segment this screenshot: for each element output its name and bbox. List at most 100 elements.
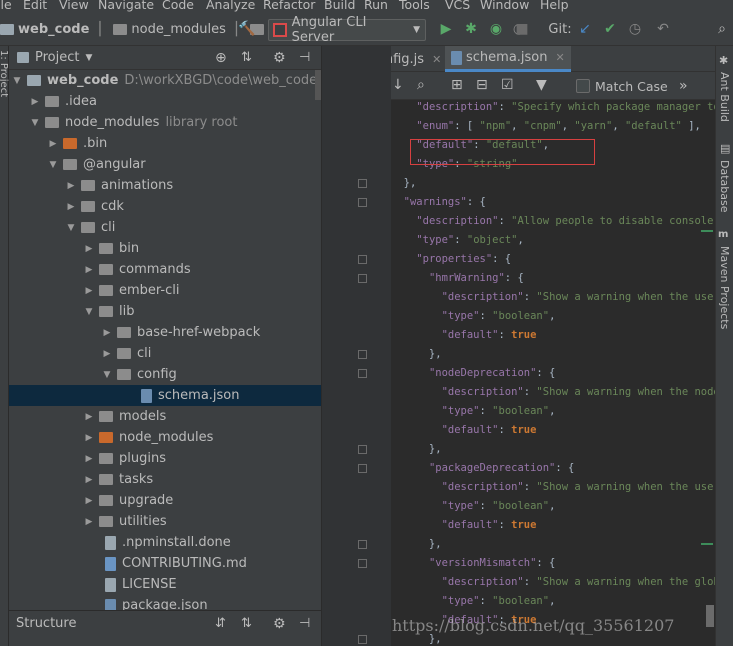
tree-item-angular[interactable]: ▼ @angular bbox=[9, 154, 321, 175]
expand-arrow-icon[interactable]: ▼ bbox=[11, 76, 23, 86]
expand-arrow-icon[interactable]: ▶ bbox=[83, 244, 95, 254]
close-icon[interactable]: ✕ bbox=[432, 53, 441, 66]
fold-marker-icon[interactable] bbox=[358, 540, 367, 549]
tree-item-animations[interactable]: ▶ animations bbox=[9, 175, 321, 196]
more-options-icon[interactable]: » bbox=[679, 78, 688, 94]
maven-projects-tool[interactable]: Maven Projects bbox=[718, 246, 731, 329]
fold-marker-icon[interactable] bbox=[358, 464, 367, 473]
code-editor[interactable]: "description": "Specify which package ma… bbox=[391, 100, 715, 646]
expand-arrow-icon[interactable]: ▶ bbox=[83, 433, 95, 443]
coverage-icon[interactable]: ◉ bbox=[487, 20, 505, 38]
expand-arrow-icon[interactable]: ▶ bbox=[65, 181, 77, 191]
expand-arrow-icon[interactable]: ▶ bbox=[29, 97, 41, 107]
vcs-commit-icon[interactable]: ✔ bbox=[601, 20, 619, 38]
history-icon[interactable]: ◷ bbox=[626, 20, 644, 38]
expand-arrow-icon[interactable]: ▶ bbox=[83, 412, 95, 422]
editor-scrollbar[interactable] bbox=[706, 605, 714, 627]
stop-icon[interactable]: ■ bbox=[513, 20, 531, 38]
tree-item-bin[interactable]: ▶ .bin bbox=[9, 133, 321, 154]
menu-build[interactable]: Build bbox=[324, 0, 355, 12]
database-tool[interactable]: Database bbox=[718, 160, 731, 213]
expand-arrow-icon[interactable]: ▼ bbox=[65, 223, 77, 233]
tab-schema-json[interactable]: schema.json ✕ bbox=[445, 46, 571, 72]
expand-arrow-icon[interactable]: ▶ bbox=[83, 496, 95, 506]
run-icon[interactable]: ▶ bbox=[437, 20, 455, 38]
vcs-update-icon[interactable]: ↙ bbox=[576, 20, 594, 38]
menu-navigate[interactable]: Navigate bbox=[98, 0, 154, 12]
select-all-icon[interactable]: ☑ bbox=[501, 77, 514, 93]
fold-marker-icon[interactable] bbox=[358, 350, 367, 359]
tree-item-package-json[interactable]: package.json bbox=[9, 595, 321, 610]
revert-icon[interactable]: ↶ bbox=[654, 20, 672, 38]
menu-vcs[interactable]: VCS bbox=[445, 0, 470, 12]
fold-marker-icon[interactable] bbox=[358, 198, 367, 207]
tree-item-ember-cli[interactable]: ▶ ember-cli bbox=[9, 280, 321, 301]
menu-help[interactable]: Help bbox=[540, 0, 569, 12]
tree-item-lib[interactable]: ▼ lib bbox=[9, 301, 321, 322]
tree-item-cdk[interactable]: ▶ cdk bbox=[9, 196, 321, 217]
collapse-all-icon[interactable]: ⇅ bbox=[241, 50, 252, 65]
fold-marker-icon[interactable] bbox=[358, 559, 367, 568]
tree-item-config[interactable]: ▼ config bbox=[9, 364, 321, 385]
project-view-title[interactable]: Project bbox=[35, 50, 79, 65]
tree-item-idea[interactable]: ▶ .idea bbox=[9, 91, 321, 112]
menu-code[interactable]: Code bbox=[162, 0, 194, 12]
menu-run[interactable]: Run bbox=[364, 0, 388, 12]
filter-icon[interactable]: ▼ bbox=[536, 77, 547, 93]
expand-arrow-icon[interactable]: ▶ bbox=[83, 286, 95, 296]
match-case-checkbox[interactable] bbox=[576, 79, 590, 93]
locate-file-icon[interactable]: ⊕ bbox=[215, 50, 227, 66]
build-hammer-icon[interactable]: 🔨 bbox=[238, 20, 256, 38]
tree-item-lib-cli[interactable]: ▶ cli bbox=[9, 343, 321, 364]
tree-item-models[interactable]: ▶ models bbox=[9, 406, 321, 427]
project-tool-label[interactable]: 1: Project bbox=[0, 50, 9, 97]
debug-icon[interactable]: ✱ bbox=[462, 20, 480, 38]
fold-marker-icon[interactable] bbox=[358, 445, 367, 454]
breadcrumb-node-modules[interactable]: node_modules bbox=[131, 22, 225, 37]
fold-marker-icon[interactable] bbox=[358, 369, 367, 378]
tree-item-upgrade[interactable]: ▶ upgrade bbox=[9, 490, 321, 511]
menu-analyze[interactable]: Analyze bbox=[206, 0, 255, 12]
sort-icon[interactable]: ⇵ bbox=[215, 616, 226, 631]
search-everywhere-icon[interactable]: ⌕ bbox=[713, 20, 731, 38]
breadcrumb-project[interactable]: web_code bbox=[18, 22, 89, 37]
gear-icon[interactable]: ⚙ bbox=[273, 616, 286, 632]
expand-arrow-icon[interactable]: ▼ bbox=[29, 118, 41, 128]
fold-marker-icon[interactable] bbox=[358, 274, 367, 283]
tree-item-cli[interactable]: ▼ cli bbox=[9, 217, 321, 238]
tree-item-web-code[interactable]: ▼ web_code D:\workXBGD\code\web_code bbox=[9, 70, 321, 91]
match-case-label[interactable]: Match Case bbox=[595, 79, 668, 94]
menu-file[interactable]: ile bbox=[0, 0, 12, 12]
find-usages-icon[interactable]: ⌕ bbox=[417, 77, 425, 93]
close-icon[interactable]: ✕ bbox=[556, 51, 565, 64]
remove-selection-icon[interactable]: ⊟ bbox=[476, 77, 488, 93]
expand-arrow-icon[interactable]: ▶ bbox=[65, 202, 77, 212]
hide-panel-icon[interactable]: ⊣ bbox=[299, 50, 310, 65]
gear-icon[interactable]: ⚙ bbox=[273, 50, 286, 66]
collapse-icon[interactable]: ⇅ bbox=[241, 616, 252, 631]
tree-item-plugins[interactable]: ▶ plugins bbox=[9, 448, 321, 469]
tree-item-schema-json[interactable]: schema.json bbox=[9, 385, 321, 406]
menu-edit[interactable]: Edit bbox=[23, 0, 47, 12]
tree-item-cli-node-modules[interactable]: ▶ node_modules bbox=[9, 427, 321, 448]
expand-arrow-icon[interactable]: ▼ bbox=[83, 307, 95, 317]
expand-arrow-icon[interactable]: ▼ bbox=[47, 160, 59, 170]
fold-marker-icon[interactable] bbox=[358, 255, 367, 264]
expand-arrow-icon[interactable]: ▶ bbox=[101, 349, 113, 359]
menu-refactor[interactable]: Refactor bbox=[263, 0, 315, 12]
tree-item-tasks[interactable]: ▶ tasks bbox=[9, 469, 321, 490]
menu-view[interactable]: View bbox=[59, 0, 89, 12]
menu-window[interactable]: Window bbox=[480, 0, 529, 12]
hide-panel-icon[interactable]: ⊣ bbox=[299, 616, 310, 631]
expand-arrow-icon[interactable]: ▶ bbox=[47, 139, 59, 149]
arrow-down-icon[interactable]: ↓ bbox=[392, 77, 404, 93]
fold-marker-icon[interactable] bbox=[358, 179, 367, 188]
menu-tools[interactable]: Tools bbox=[399, 0, 430, 12]
expand-arrow-icon[interactable]: ▶ bbox=[83, 475, 95, 485]
expand-arrow-icon[interactable]: ▶ bbox=[83, 454, 95, 464]
tree-item-license[interactable]: LICENSE bbox=[9, 574, 321, 595]
structure-title[interactable]: Structure bbox=[16, 616, 76, 631]
tree-item-npminstall-done[interactable]: .npminstall.done bbox=[9, 532, 321, 553]
expand-arrow-icon[interactable]: ▶ bbox=[83, 517, 95, 527]
expand-arrow-icon[interactable]: ▼ bbox=[101, 370, 113, 380]
